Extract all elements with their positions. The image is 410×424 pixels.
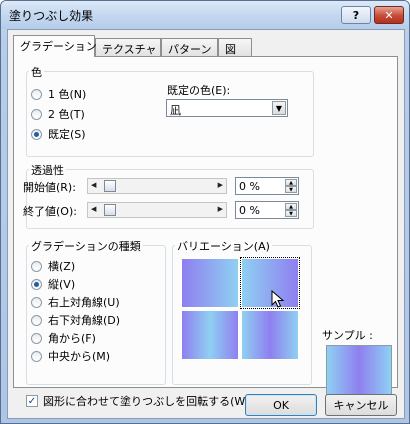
radio-horizontal[interactable]: 横(Z): [31, 258, 75, 274]
radio-diagonal-down[interactable]: 右下対角線(D): [31, 312, 120, 328]
slider-left-icon: ◀: [91, 181, 97, 189]
variation-1[interactable]: [181, 258, 239, 308]
tab-picture[interactable]: 図: [218, 38, 252, 56]
tab-texture-label: テクスチャ: [102, 43, 157, 56]
preset-colors-value: 凪: [170, 104, 181, 117]
radio-label: 縦(V): [48, 278, 76, 291]
cancel-label: キャンセル: [333, 399, 389, 412]
tab-pattern-label: パターン: [168, 43, 212, 56]
radio-label: 2 色(T): [48, 108, 85, 121]
radio-preset[interactable]: 既定(S): [31, 126, 86, 142]
radio-indicator: [31, 350, 42, 362]
transparency-group: 透過性 開始値(R): ◀ ▶ 0 % ▲ ▼ 終了値(O): ◀ ▶ 0 % …: [23, 162, 314, 229]
radio-indicator: [31, 296, 42, 308]
radio-label: 角から(F): [48, 332, 96, 345]
end-label: 終了値(O):: [23, 205, 77, 218]
preset-colors-dropdown[interactable]: 凪 ▼: [166, 99, 288, 117]
tab-gradient[interactable]: グラデーション: [13, 35, 97, 57]
start-value-spinner[interactable]: 0 % ▲ ▼: [235, 177, 299, 195]
tab-pattern[interactable]: パターン: [161, 38, 218, 56]
end-slider[interactable]: ◀ ▶: [87, 202, 227, 218]
radio-indicator: [31, 108, 42, 120]
start-slider-thumb[interactable]: [104, 180, 116, 192]
radio-label: 既定(S): [48, 128, 86, 141]
radio-indicator: [31, 332, 42, 344]
mouse-cursor-icon: [271, 290, 285, 308]
radio-two-colors[interactable]: 2 色(T): [31, 106, 85, 122]
rotate-with-shape-label: 図形に合わせて塗りつぶしを回転する(W): [43, 395, 250, 408]
close-icon: ✕: [384, 8, 394, 22]
radio-one-color[interactable]: 1 色(N): [31, 86, 86, 102]
fill-effects-dialog: 塗りつぶし効果 ? ✕ グラデーション テクスチャ パターン 図 色 1 色(N…: [0, 0, 410, 424]
end-slider-thumb[interactable]: [104, 204, 116, 216]
transparency-legend: 透過性: [29, 162, 66, 178]
title-bar: 塗りつぶし効果 ? ✕: [1, 1, 409, 29]
rotate-with-shape-checkbox[interactable]: ✓ 図形に合わせて塗りつぶしを回転する(W): [26, 393, 250, 409]
radio-label: 右下対角線(D): [48, 314, 121, 327]
start-label: 開始値(R):: [23, 181, 76, 194]
checkmark-icon: ✓: [26, 395, 38, 407]
end-value: 0 %: [239, 204, 260, 217]
variation-2[interactable]: [240, 257, 300, 309]
variations-legend: バリエーション(A): [175, 238, 272, 254]
radio-indicator: [31, 278, 42, 290]
variations-group: バリエーション(A): [172, 238, 312, 385]
radio-vertical[interactable]: 縦(V): [31, 276, 75, 292]
slider-right-icon: ▶: [217, 181, 223, 189]
radio-indicator: [31, 314, 42, 326]
spin-down-icon[interactable]: ▼: [285, 186, 297, 193]
radio-from-center[interactable]: 中央から(M): [31, 348, 110, 364]
sample-preview: [326, 345, 392, 401]
spin-up-icon[interactable]: ▲: [285, 179, 297, 186]
ok-label: OK: [273, 398, 289, 412]
help-button[interactable]: ?: [341, 6, 371, 24]
gradient-type-legend: グラデーションの種類: [29, 238, 143, 254]
radio-indicator: [31, 88, 42, 100]
variation-4[interactable]: [241, 310, 299, 360]
dialog-title: 塗りつぶし効果: [9, 9, 94, 23]
close-button[interactable]: ✕: [374, 6, 404, 24]
color-group: 色 1 色(N) 2 色(T) 既定(S) 既定の色(E): 凪 ▼: [26, 64, 314, 157]
slider-left-icon: ◀: [91, 205, 97, 213]
radio-label: 右上対角線(U): [48, 296, 120, 309]
gradient-panel: 色 1 色(N) 2 色(T) 既定(S) 既定の色(E): 凪 ▼ 透過性 開…: [13, 56, 398, 408]
help-icon: ?: [352, 8, 360, 22]
radio-label: 横(Z): [48, 260, 76, 273]
radio-from-corner[interactable]: 角から(F): [31, 330, 96, 346]
cancel-button[interactable]: キャンセル: [325, 394, 397, 416]
variation-3[interactable]: [181, 310, 239, 360]
sample-label: サンプル :: [322, 329, 373, 342]
preset-colors-label: 既定の色(E):: [167, 84, 231, 97]
radio-diagonal-up[interactable]: 右上対角線(U): [31, 294, 120, 310]
chevron-down-icon: ▼: [272, 101, 286, 115]
color-group-legend: 色: [29, 64, 44, 80]
radio-label: 中央から(M): [48, 350, 111, 363]
gradient-type-group: グラデーションの種類 横(Z) 縦(V) 右上対角線(U) 右下対角線(D) 角…: [26, 238, 166, 385]
start-slider[interactable]: ◀ ▶: [87, 178, 227, 194]
radio-indicator: [31, 128, 42, 140]
tab-picture-label: 図: [225, 43, 236, 56]
start-value: 0 %: [239, 180, 260, 193]
radio-label: 1 色(N): [48, 88, 87, 101]
spin-down-icon[interactable]: ▼: [285, 210, 297, 217]
ok-button[interactable]: OK: [245, 394, 317, 416]
slider-right-icon: ▶: [217, 205, 223, 213]
end-value-spinner[interactable]: 0 % ▲ ▼: [235, 201, 299, 219]
tab-gradient-label: グラデーション: [20, 40, 97, 53]
radio-indicator: [31, 260, 42, 272]
spin-up-icon[interactable]: ▲: [285, 203, 297, 210]
tab-texture[interactable]: テクスチャ: [95, 38, 161, 56]
dialog-body: グラデーション テクスチャ パターン 図 色 1 色(N) 2 色(T) 既定(…: [7, 29, 405, 419]
